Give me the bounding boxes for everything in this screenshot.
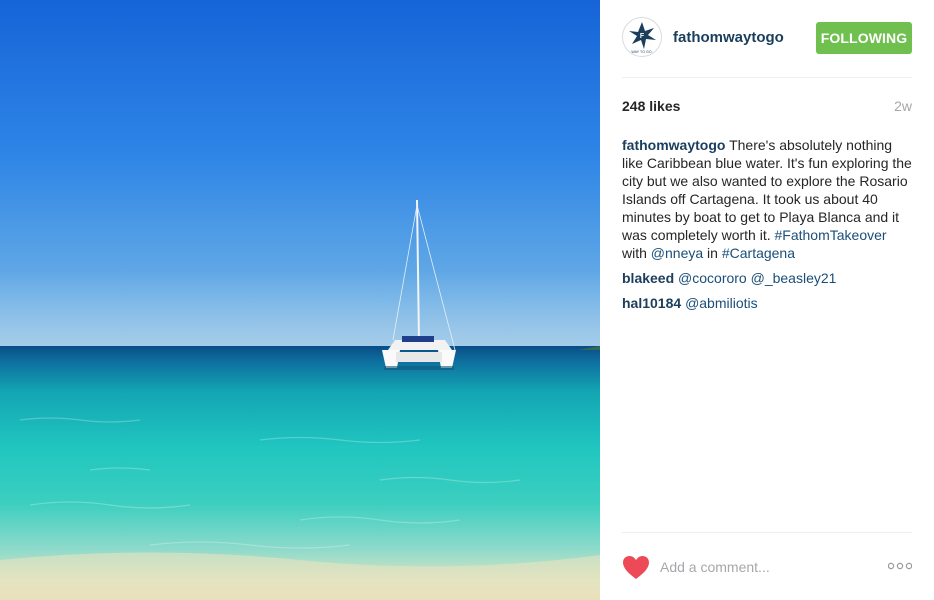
post-actions bbox=[622, 532, 912, 600]
comments-list: fathomwaytogo There's absolutely nothing… bbox=[622, 136, 912, 319]
heart-icon[interactable] bbox=[622, 555, 650, 581]
caption: fathomwaytogo There's absolutely nothing… bbox=[622, 136, 912, 262]
catamaran-sea-image bbox=[0, 0, 600, 600]
hashtag-link[interactable]: #Cartagena bbox=[722, 245, 795, 261]
username-link[interactable]: fathomwaytogo bbox=[673, 29, 784, 46]
caption-text: with bbox=[622, 245, 651, 261]
caption-username-link[interactable]: fathomwaytogo bbox=[622, 137, 725, 153]
more-options-icon[interactable] bbox=[888, 561, 912, 571]
hashtag-link[interactable]: #FathomTakeover bbox=[775, 227, 887, 243]
post-header: F WAY TO GO. fathomwaytogo FOLLOWING bbox=[622, 0, 912, 78]
likes-count[interactable]: 248 likes bbox=[622, 98, 680, 114]
mention-link[interactable]: @cocororo @_beasley21 bbox=[678, 270, 836, 286]
following-button[interactable]: FOLLOWING bbox=[816, 22, 912, 54]
svg-text:WAY TO GO.: WAY TO GO. bbox=[631, 50, 652, 54]
mention-link[interactable]: @nneya bbox=[651, 245, 703, 261]
comment-username-link[interactable]: hal10184 bbox=[622, 295, 681, 311]
post-sidebar: F WAY TO GO. fathomwaytogo FOLLOWING 248… bbox=[600, 0, 934, 600]
post-photo[interactable] bbox=[0, 0, 600, 600]
fathom-logo-icon: F WAY TO GO. bbox=[629, 22, 656, 54]
likes-row: 248 likes 2w bbox=[622, 98, 912, 118]
list-item: hal10184 @abmiliotis bbox=[622, 294, 912, 312]
mention-link[interactable]: @abmiliotis bbox=[685, 295, 758, 311]
post-age[interactable]: 2w bbox=[894, 98, 912, 114]
comment-input[interactable] bbox=[660, 553, 870, 581]
comment-username-link[interactable]: blakeed bbox=[622, 270, 674, 286]
caption-text: in bbox=[703, 245, 722, 261]
list-item: blakeed @cocororo @_beasley21 bbox=[622, 269, 912, 287]
avatar[interactable]: F WAY TO GO. bbox=[622, 17, 662, 57]
svg-text:F: F bbox=[640, 33, 645, 40]
